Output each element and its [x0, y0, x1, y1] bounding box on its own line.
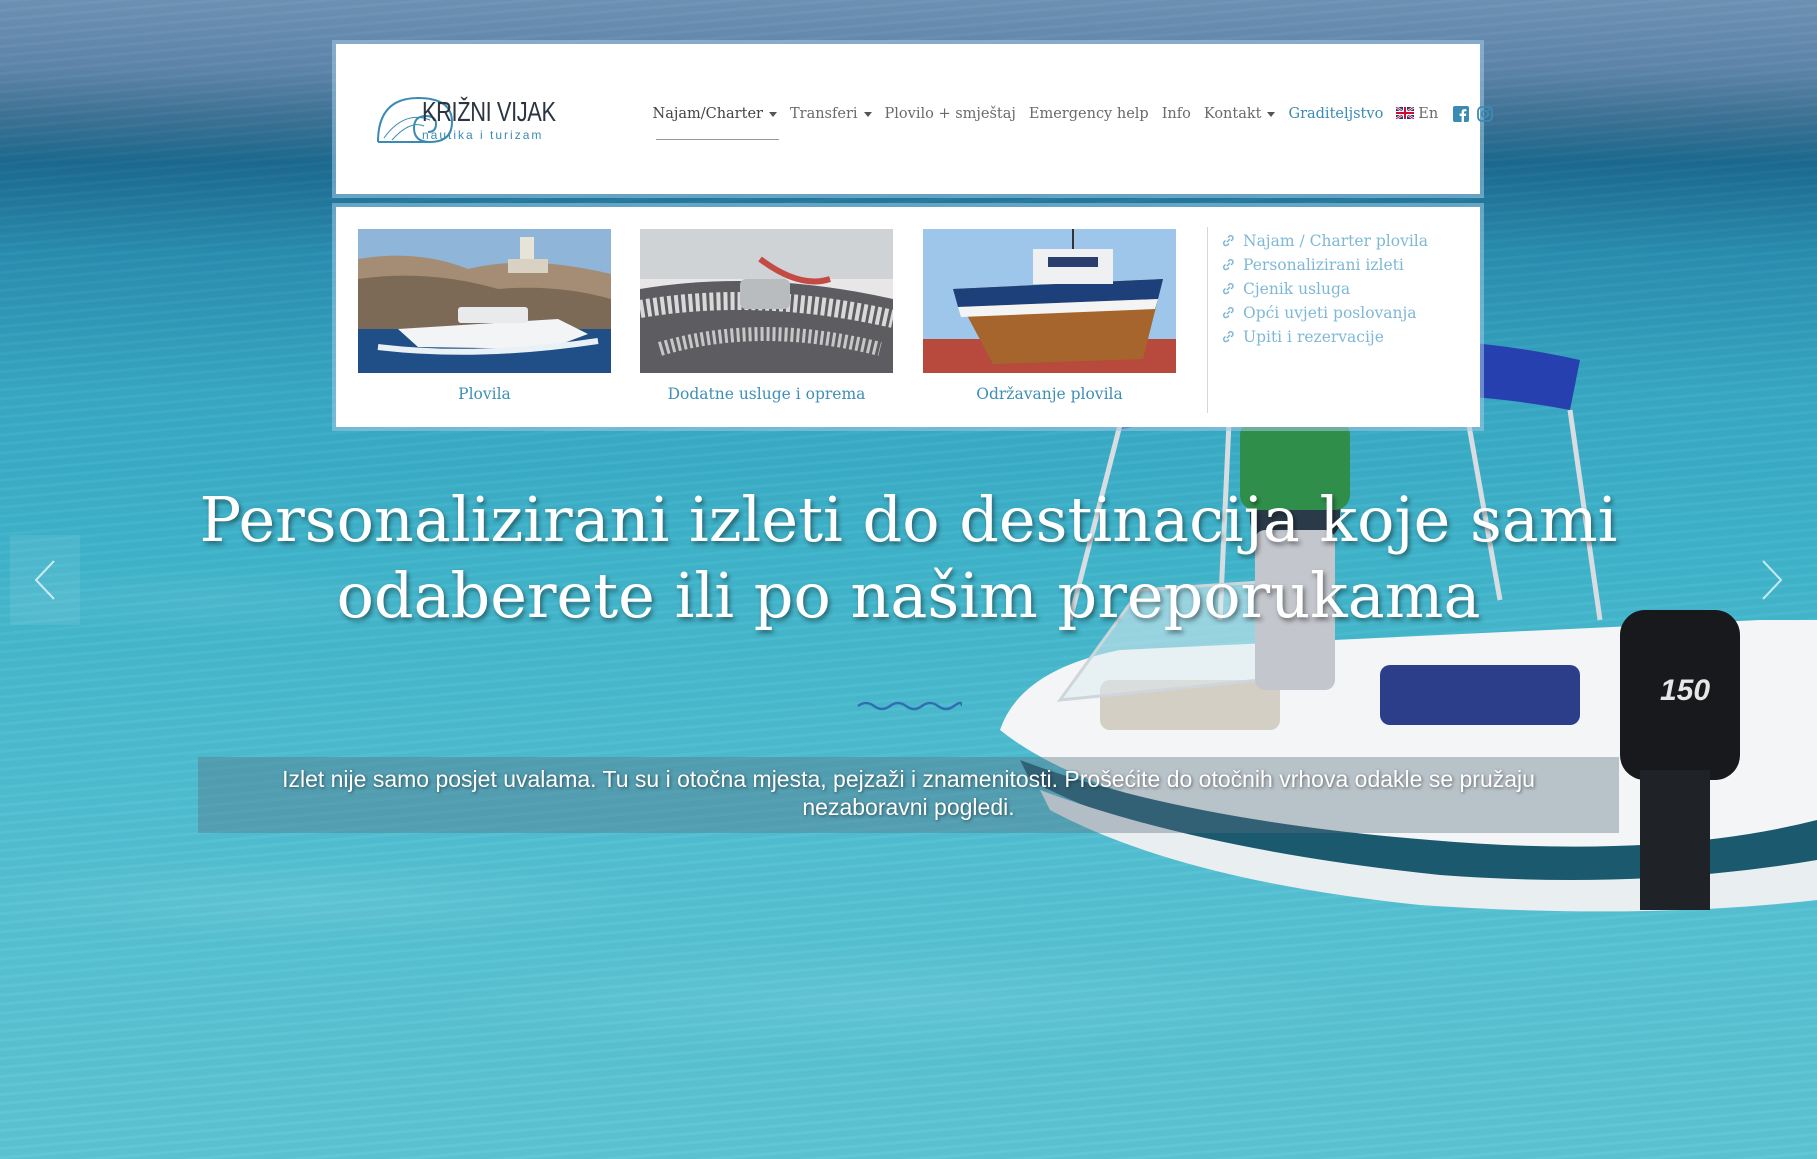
chevron-right-icon [1762, 560, 1783, 600]
dropdown-link-cjenik-usluga[interactable]: Cjenik usluga [1222, 277, 1428, 301]
nav-item-plovilo-smjestaj[interactable]: Plovilo + smještaj [878, 106, 1022, 122]
nav-item-graditeljstvo[interactable]: Graditeljstvo [1282, 106, 1390, 122]
link-icon [1222, 282, 1234, 295]
dropdown-card-odrzavanje-plovila[interactable]: Održavanje plovila [923, 229, 1176, 403]
dropdown-card-plovila[interactable]: Plovila [358, 229, 611, 403]
dropdown-link-opci-uvjeti[interactable]: Opći uvjeti poslovanja [1222, 301, 1428, 325]
site-header: KRIŽNI VIJAK nautika i turizam Najam/Cha… [336, 44, 1493, 194]
brand-title: KRIŽNI VIJAK [422, 96, 556, 127]
brand-subtitle: nautika i turizam [422, 128, 544, 142]
chevron-left-icon [34, 560, 55, 600]
language-switch[interactable]: En [1390, 106, 1445, 122]
facebook-icon[interactable] [1452, 106, 1469, 122]
svg-text:150: 150 [1660, 674, 1710, 707]
link-icon [1222, 234, 1234, 247]
card-caption: Održavanje plovila [976, 385, 1123, 403]
caret-down-icon [1267, 111, 1276, 117]
carousel-next-button[interactable] [1737, 535, 1807, 625]
charter-dropdown-menu: Plovila Dodatne usluge i oprema Održavan… [336, 207, 1480, 427]
card-caption: Plovila [458, 385, 511, 403]
nav-item-emergency-help[interactable]: Emergency help [1022, 106, 1155, 122]
wave-divider-icon [857, 701, 962, 711]
dropdown-link-najam-charter-plovila[interactable]: Najam / Charter plovila [1222, 229, 1428, 253]
uk-flag-icon [1396, 107, 1415, 119]
caret-down-icon [768, 111, 777, 117]
instagram-icon[interactable] [1476, 106, 1493, 122]
caret-down-icon [863, 111, 872, 117]
dropdown-link-personalizirani-izleti[interactable]: Personalizirani izleti [1222, 253, 1428, 277]
speedboat-thumbnail [358, 229, 611, 373]
main-nav: Najam/Charter Transferi Plovilo + smješt… [646, 106, 1493, 140]
hero-subtitle: Izlet nije samo posjet uvalama. Tu su i … [282, 766, 1535, 820]
dropdown-links: Najam / Charter plovila Personalizirani … [1222, 229, 1428, 349]
card-caption: Dodatne usluge i oprema [667, 385, 866, 403]
carousel-prev-button[interactable] [10, 535, 80, 625]
hero-title: Personalizirani izleti do destinacija ko… [199, 483, 1618, 632]
nav-item-info[interactable]: Info [1155, 106, 1197, 122]
link-icon [1222, 258, 1234, 271]
wooden-boat-thumbnail [923, 229, 1176, 373]
dropdown-card-dodatne-usluge[interactable]: Dodatne usluge i oprema [640, 229, 893, 403]
link-icon [1222, 330, 1234, 343]
nav-item-kontakt[interactable]: Kontakt [1197, 106, 1282, 122]
dropdown-link-upiti-rezervacije[interactable]: Upiti i rezervacije [1222, 325, 1428, 349]
nav-item-najam-charter[interactable]: Najam/Charter [646, 106, 783, 140]
rope-equipment-thumbnail [640, 229, 893, 373]
link-icon [1222, 306, 1234, 319]
hero-slider: 150 KRIŽNI VIJAK nautika i turizam Najam… [0, 0, 1817, 1159]
nav-item-transferi[interactable]: Transferi [783, 106, 878, 122]
dropdown-divider [1207, 227, 1208, 413]
